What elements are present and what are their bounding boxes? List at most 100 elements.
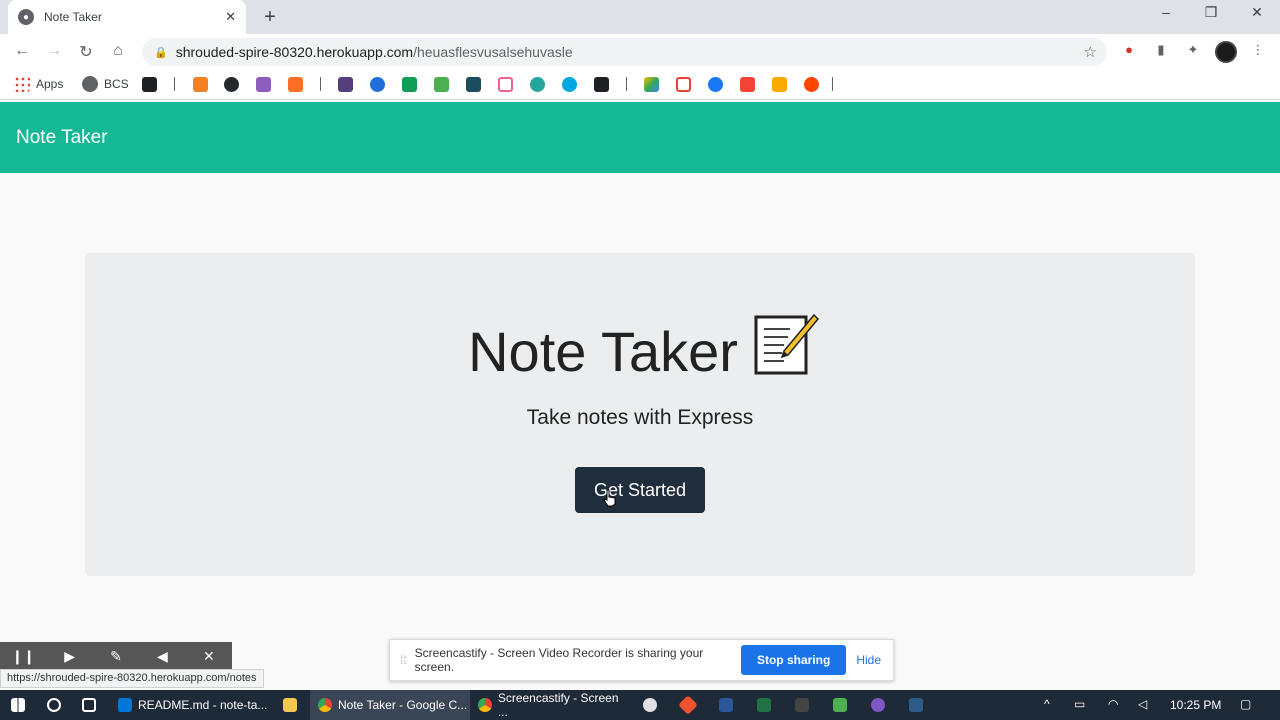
reload-icon[interactable]: ↻	[76, 42, 96, 62]
browser-tab[interactable]: ● Note Taker ✕	[8, 0, 246, 34]
keep-icon[interactable]	[772, 77, 787, 92]
facebook-icon[interactable]	[708, 77, 723, 92]
profile-avatar[interactable]	[1215, 41, 1237, 63]
bookmark-book-icon[interactable]	[142, 77, 157, 92]
address-bar[interactable]: 🔒 shrouded-spire-80320.herokuapp.com /he…	[142, 38, 1107, 66]
sheets-icon[interactable]	[402, 77, 417, 92]
chrome-icon	[318, 698, 332, 712]
page-title-text: Note Taker	[468, 320, 738, 383]
windows-taskbar: README.md - note-ta... Note Taker - Goog…	[0, 690, 1280, 720]
home-icon[interactable]: ⌂	[108, 42, 128, 60]
play-icon[interactable]: ▶	[46, 642, 92, 670]
drag-handle-icon[interactable]: ⁞⁞	[400, 653, 407, 667]
tab-title: Note Taker	[44, 10, 102, 24]
tray-chevron-icon[interactable]: ^	[1044, 697, 1050, 711]
cortana-icon[interactable]	[47, 698, 61, 712]
bookmark-bcs-label: BCS	[104, 77, 129, 91]
taskbar-item-screencastify[interactable]: Screencastify - Screen ...	[470, 690, 630, 720]
taskbar-item-label: Screencastify - Screen ...	[497, 691, 619, 719]
url-host: shrouded-spire-80320.herokuapp.com	[175, 44, 414, 60]
apps-grid-icon	[14, 76, 30, 92]
window-close-icon[interactable]: ✕	[1247, 4, 1267, 21]
clock[interactable]: 10:25 PM	[1170, 698, 1221, 712]
excel-icon[interactable]	[757, 698, 771, 712]
bookmark-bcs[interactable]: BCS	[82, 76, 129, 92]
bootstrap-icon[interactable]	[338, 77, 353, 92]
hexagon-icon[interactable]	[498, 77, 513, 92]
get-started-button[interactable]: Get Started	[575, 467, 705, 513]
screen-sharing-banner: ⁞⁞ Screencastify - Screen Video Recorder…	[389, 639, 894, 681]
app-icon[interactable]	[795, 698, 809, 712]
wifi-icon[interactable]: ◠	[1108, 697, 1118, 711]
app-icon[interactable]	[909, 698, 923, 712]
extension-record-icon[interactable]: ●	[1120, 42, 1138, 60]
pause-icon[interactable]: ❙❙	[0, 642, 46, 670]
app-navbar: Note Taker	[0, 102, 1280, 173]
chrome-menu-icon[interactable]: ⋮	[1249, 42, 1267, 60]
fontawesome-icon[interactable]	[370, 77, 385, 92]
github-icon[interactable]	[224, 77, 239, 92]
globe-icon: ●	[18, 9, 34, 25]
restore-icon[interactable]: ❐	[1201, 4, 1221, 21]
slack-icon[interactable]	[643, 698, 657, 712]
browser-toolbar: ← → ↻ ⌂ 🔒 shrouded-spire-80320.herokuapp…	[0, 34, 1280, 70]
close-controls-icon[interactable]: ✕	[186, 642, 232, 670]
node-icon[interactable]	[833, 698, 847, 712]
page-title: Note Taker	[85, 313, 1195, 384]
bookmark-apps[interactable]: Apps	[14, 76, 63, 92]
codepen-icon[interactable]	[562, 77, 577, 92]
jumbotron: Note Taker Take notes with Express Get S…	[85, 253, 1195, 576]
page-subtitle: Take notes with Express	[526, 406, 754, 429]
link-status-url: https://shrouded-spire-80320.herokuapp.c…	[0, 669, 264, 688]
extensions-puzzle-icon[interactable]: ✦	[1184, 42, 1202, 60]
stop-sharing-button[interactable]: Stop sharing	[740, 645, 847, 675]
quill-icon[interactable]	[466, 77, 481, 92]
taskbar-item-label: README.md - note-ta...	[138, 698, 268, 712]
drive-icon[interactable]	[644, 77, 659, 92]
bookmark-star-icon[interactable]: ☆	[1084, 43, 1097, 61]
pen-icon[interactable]: ✎	[93, 642, 139, 670]
back-icon[interactable]: ←	[12, 42, 32, 60]
close-tab-icon[interactable]: ✕	[225, 9, 236, 25]
windows-start-icon[interactable]	[11, 698, 25, 712]
hide-banner-button[interactable]: Hide	[856, 653, 881, 667]
memo-icon	[754, 313, 819, 375]
bookmarks-bar: Apps BCS	[0, 70, 1280, 100]
git-icon[interactable]	[678, 695, 698, 715]
bookmark-separator	[174, 77, 175, 91]
forward-icon[interactable]: →	[44, 42, 64, 60]
stackoverflow-icon[interactable]	[193, 77, 208, 92]
reddit-icon[interactable]	[804, 77, 819, 92]
lock-icon: 🔒	[154, 46, 168, 59]
bookmark-separator	[320, 77, 321, 91]
vscode-icon	[118, 698, 132, 712]
app-icon[interactable]	[871, 698, 885, 712]
notifications-icon[interactable]: ▢	[1240, 697, 1251, 711]
bookmark-apps-label: Apps	[36, 77, 64, 91]
word-icon[interactable]	[719, 698, 733, 712]
taskbar-item-vscode[interactable]: README.md - note-ta...	[110, 690, 270, 720]
taskbar-item-chrome[interactable]: Note Taker - Google C...	[310, 690, 470, 720]
tab-strip: ● Note Taker ✕ + – ❐ ✕	[0, 0, 1280, 34]
volume-icon[interactable]: ◁	[1138, 697, 1147, 711]
screencastify-controls: ❙❙ ▶ ✎ ◀ ✕	[0, 642, 232, 670]
eraser-icon[interactable]: ◀	[139, 642, 185, 670]
minimize-icon[interactable]: –	[1156, 4, 1176, 20]
clock-icon[interactable]	[530, 77, 545, 92]
bookmark-separator	[626, 77, 627, 91]
gitlab-icon[interactable]	[288, 77, 303, 92]
new-tab-icon[interactable]: +	[260, 6, 280, 29]
url-path: /heuasflesvusalsehuvasle	[413, 44, 573, 60]
pinwheel-icon[interactable]	[740, 77, 755, 92]
taskbar-item-label: Note Taker - Google C...	[338, 698, 468, 712]
gmail-icon[interactable]	[676, 77, 691, 92]
phone-icon[interactable]	[594, 77, 609, 92]
battery-icon[interactable]: ▭	[1074, 697, 1085, 711]
task-view-icon[interactable]	[82, 698, 96, 712]
extension-icon[interactable]: ▮	[1152, 42, 1170, 60]
navbar-brand[interactable]: Note Taker	[16, 127, 108, 149]
w3schools-icon[interactable]	[434, 77, 449, 92]
heroku-icon[interactable]	[256, 77, 271, 92]
file-explorer-icon[interactable]	[283, 698, 297, 712]
globe-icon	[82, 76, 98, 92]
